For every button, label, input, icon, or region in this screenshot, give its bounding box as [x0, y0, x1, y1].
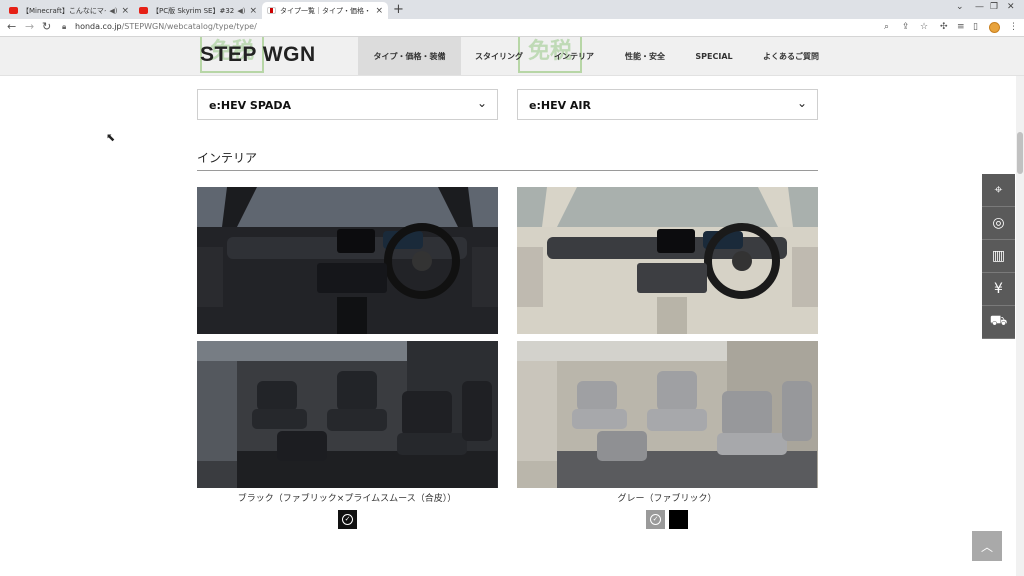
- youtube-icon: [9, 7, 18, 14]
- interior-seats-black-image: [197, 341, 498, 488]
- lock-icon[interactable]: 🔒︎: [62, 22, 66, 32]
- side-panel-icon[interactable]: ▯: [973, 22, 978, 32]
- url-host: honda.co.jp: [75, 22, 122, 31]
- book-icon[interactable]: ▥: [982, 240, 1015, 273]
- close-icon[interactable]: ×: [375, 6, 383, 16]
- restore-button[interactable]: ❐: [990, 2, 998, 12]
- extension-avatar-icon[interactable]: [989, 22, 1000, 33]
- menu-icon[interactable]: ⋮: [1009, 22, 1018, 32]
- tab-title: 【Minecraft】こんなにマイクラし: [22, 6, 106, 15]
- star-icon[interactable]: ☆: [920, 22, 928, 32]
- color-swatch-black[interactable]: ✓: [338, 510, 357, 529]
- chevron-down-icon: ⌄: [796, 96, 807, 110]
- speaker-icon[interactable]: ◀): [237, 7, 245, 15]
- extensions-icon[interactable]: ✣: [940, 22, 948, 32]
- forward-button[interactable]: →: [25, 20, 34, 33]
- nav-type-price[interactable]: タイプ・価格・装備: [358, 37, 461, 75]
- url-path: /STEPWGN/webcatalog/type/type/: [121, 22, 257, 31]
- close-icon[interactable]: ×: [249, 6, 257, 16]
- color-caption-left: ブラック（ファブリック×プライムスムース（合皮））: [237, 494, 457, 504]
- check-icon: ✓: [650, 514, 661, 525]
- tab-skyrim[interactable]: 【PC版 Skyrim SE】#32 森 ◀) ×: [134, 2, 262, 19]
- new-tab-button[interactable]: +: [393, 2, 404, 17]
- chevron-up-icon: ︿: [980, 539, 993, 554]
- honda-flag-icon: [267, 7, 276, 14]
- stepwgn-logo[interactable]: STEP WGN: [200, 43, 316, 67]
- interior-dashboard-black-image: [197, 187, 498, 334]
- yen-icon[interactable]: ¥: [982, 273, 1015, 306]
- address-bar: ← → ↻ 🔒︎ honda.co.jp/STEPWGN/webcatalog/…: [0, 19, 1024, 37]
- tab-bar: 【Minecraft】こんなにマイクラし ◀) × 【PC版 Skyrim SE…: [0, 0, 1024, 19]
- close-window-button[interactable]: ✕: [1007, 2, 1015, 12]
- site-navigation: 免税 免税 STEP WGN タイプ・価格・装備 スタイリング インテリア 性能…: [0, 37, 1024, 76]
- minimize-button[interactable]: —: [975, 2, 984, 12]
- nav-performance-safety[interactable]: 性能・安全: [619, 37, 671, 75]
- reading-list-icon[interactable]: ≡: [957, 22, 965, 32]
- speaker-icon[interactable]: ◀): [109, 7, 117, 15]
- tab-title: タイプ一覧｜タイプ・価格・装備｜ス: [280, 6, 371, 15]
- chevron-down-icon[interactable]: ⌄: [956, 2, 964, 12]
- color-caption-right: グレー（ファブリック）: [617, 494, 717, 504]
- interior-dashboard-gray-image: [517, 187, 818, 334]
- divider: [197, 170, 818, 171]
- mouse-cursor-icon: ⬉: [106, 131, 116, 144]
- zoom-icon[interactable]: ⌕: [884, 22, 889, 32]
- color-swatch-gray[interactable]: ✓: [646, 510, 665, 529]
- tab-title: 【PC版 Skyrim SE】#32 森: [152, 6, 235, 15]
- nav-faq[interactable]: よくあるご質問: [758, 37, 824, 75]
- side-toolbar: ⌖ ◎ ▥ ¥ ⛟: [982, 174, 1015, 339]
- chevron-down-icon: ⌄: [476, 96, 487, 110]
- steering-wheel-icon[interactable]: ◎: [982, 207, 1015, 240]
- close-icon[interactable]: ×: [121, 6, 129, 16]
- select-value: e:HEV AIR: [529, 99, 591, 112]
- tab-honda[interactable]: タイプ一覧｜タイプ・価格・装備｜ス ×: [262, 2, 388, 19]
- check-icon: ✓: [342, 514, 353, 525]
- grade-select-left[interactable]: e:HEV SPADA ⌄: [197, 89, 498, 120]
- grade-select-right[interactable]: e:HEV AIR ⌄: [517, 89, 818, 120]
- color-swatch-black[interactable]: [669, 510, 688, 529]
- nav-special[interactable]: SPECIAL: [690, 37, 738, 75]
- reload-button[interactable]: ↻: [42, 20, 51, 33]
- car-icon[interactable]: ⛟: [982, 306, 1015, 339]
- share-icon[interactable]: ⇪: [902, 22, 910, 32]
- youtube-icon: [139, 7, 148, 14]
- scrollbar-thumb[interactable]: [1017, 132, 1023, 174]
- interior-seats-gray-image: [517, 341, 818, 488]
- map-pin-icon[interactable]: ⌖: [982, 174, 1015, 207]
- section-title: インテリア: [197, 151, 258, 165]
- nav-interior[interactable]: インテリア: [547, 37, 601, 75]
- url-field[interactable]: honda.co.jp/STEPWGN/webcatalog/type/type…: [75, 22, 257, 31]
- select-value: e:HEV SPADA: [209, 99, 292, 112]
- back-button[interactable]: ←: [7, 20, 16, 33]
- back-to-top-button[interactable]: ︿: [972, 531, 1002, 561]
- tab-minecraft[interactable]: 【Minecraft】こんなにマイクラし ◀) ×: [4, 2, 134, 19]
- nav-styling[interactable]: スタイリング: [468, 37, 530, 75]
